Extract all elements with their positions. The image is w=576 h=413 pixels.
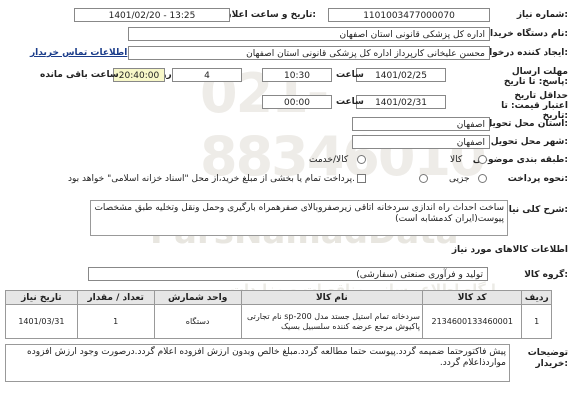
col-qty: تعداد / مقدار [76, 290, 155, 305]
buyer-contact-link[interactable]: اطلاعات تماس خریدار [30, 48, 127, 58]
label-province: استان محل تحویل: [484, 119, 568, 129]
col-index: ردیف [521, 290, 552, 305]
cell-date: 1401/03/31 [5, 304, 78, 339]
label-payment: نحوه پرداخت: [507, 174, 568, 184]
label-buyer-org: نام دستگاه خریدار: [484, 29, 568, 39]
cell-qty: 1 [76, 304, 155, 339]
category-goods-label: کالا [450, 155, 463, 165]
goods-section-title: اطلاعات کالاهای مورد نیاز [451, 245, 568, 255]
city-field: اصفهان [352, 135, 490, 149]
treasury-checkbox[interactable] [357, 174, 366, 183]
goods-table-header: ردیف کد کالا نام کالا واحد شمارش تعداد /… [5, 290, 552, 305]
category-goods-service-label: کالا/خدمت [309, 155, 349, 165]
cell-unit: دستگاه [153, 304, 242, 339]
goods-group-field: تولید و فرآوری صنعتی (سفارشی) [88, 267, 488, 281]
label-validity-hour: ساعت [336, 97, 364, 107]
days-remaining-field: 4 [172, 68, 242, 82]
label-deadline: مهلت ارسال پاسخ: تا تاریخ: [503, 67, 568, 87]
validity-hour-field: 00:00 [262, 95, 332, 109]
label-need-number: شماره نیاز: [516, 10, 568, 20]
deadline-hour-field: 10:30 [262, 68, 332, 82]
cell-code: 2134600133460001 [422, 304, 523, 339]
deadline-date-field: 1401/02/25 [356, 68, 446, 82]
category-goods-radio[interactable] [478, 155, 487, 164]
payment-partial-label: جزیی [449, 174, 470, 184]
payment-partial-radio[interactable] [478, 174, 487, 183]
province-field: اصفهان [352, 117, 490, 131]
col-date: تاریخ نیاز [5, 290, 78, 305]
payment-note: پرداخت تمام یا بخشی از مبلغ خرید،از محل … [68, 174, 356, 184]
col-name: نام کالا [240, 290, 424, 305]
label-buyer-notes: توضیحات خریدار: [527, 348, 568, 369]
requester-field: محسن علیخانی کارپرداز اداره کل پزشکی قان… [128, 46, 490, 60]
buyer-org-field: اداره کل پزشکی قانونی استان اصفهان [128, 27, 490, 41]
summary-text: ساخت احداث راه اندازی سردخانه اتاقی زیرص… [94, 203, 504, 224]
cell-index: 1 [521, 304, 552, 339]
payment-option-radio[interactable] [419, 174, 428, 183]
col-code: کد کالا [422, 290, 523, 305]
cell-name: سردخانه تمام استیل جستد مدل sp-200 نام ت… [240, 304, 424, 339]
col-unit: واحد شمارش [153, 290, 242, 305]
validity-date-field: 1401/02/31 [356, 95, 446, 109]
label-city: شهر محل تحویل: [490, 137, 568, 147]
label-deadline-hour: ساعت [336, 70, 364, 80]
time-remaining-field: 20:40:00 [113, 68, 165, 82]
category-goods-service-radio[interactable] [357, 155, 366, 164]
table-row: 1 2134600133460001 سردخانه تمام استیل جس… [5, 304, 552, 339]
label-summary: شرح کلی نیاز: [503, 205, 568, 215]
label-goods-group: گروه کالا: [524, 270, 568, 280]
goods-table: ردیف کد کالا نام کالا واحد شمارش تعداد /… [5, 290, 552, 339]
label-category: طبقه بندی موضوعی: [472, 155, 568, 165]
label-remaining: ساعت باقی مانده [40, 70, 119, 80]
buyer-notes-text: پیش فاکتورحتما ضمیمه گردد.پیوست حتما مطا… [27, 347, 506, 368]
announce-date-field: 1401/02/20 - 13:25 [74, 8, 230, 22]
label-validity: حداقل تاریخ اعتبار قیمت: تا تاریخ: [501, 91, 568, 121]
need-number-field: 1101003477000070 [328, 8, 490, 22]
